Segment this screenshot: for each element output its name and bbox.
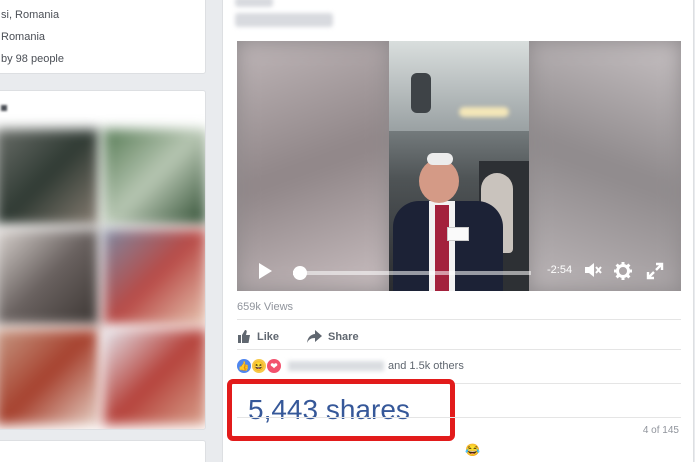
profile-info-card: si, Romania Romania by 98 people [0, 0, 206, 74]
like-icon: 👍 [237, 359, 251, 373]
love-icon: ❤ [267, 359, 281, 373]
man-hair [427, 153, 453, 165]
man-head [419, 159, 459, 203]
post-author-blurred [235, 0, 273, 7]
share-label: Share [328, 330, 359, 343]
divider [237, 349, 681, 350]
reactions-summary[interactable]: 👍 😆 ❤ and 1.5k others [237, 359, 464, 373]
info-followers: by 98 people [1, 53, 64, 65]
photos-card [0, 90, 206, 430]
video-post: -2:54 659k Views Like Share 👍 😆 ❤ and 1.… [222, 0, 694, 462]
progress-bar[interactable] [293, 271, 531, 275]
photo-thumbnail[interactable] [103, 129, 205, 225]
car-light [459, 107, 509, 117]
shares-count[interactable]: 5,443 shares [248, 394, 410, 426]
share-arrow-icon [307, 330, 322, 343]
photo-thumbnail[interactable] [103, 329, 205, 425]
video-player[interactable]: -2:54 [237, 41, 681, 291]
haha-icon: 😆 [252, 359, 266, 373]
divider [237, 319, 681, 320]
rearview-mirror [411, 73, 431, 113]
share-button[interactable]: Share [307, 330, 359, 343]
photo-thumbnail[interactable] [0, 129, 99, 225]
like-label: Like [257, 330, 280, 343]
post-text-blurred [235, 13, 333, 27]
emoji-icon: 😂 [465, 443, 480, 457]
video-controls: -2:54 [237, 251, 681, 291]
photo-grid [0, 129, 205, 425]
photos-header-blurred [1, 105, 7, 111]
photo-thumbnail[interactable] [0, 229, 99, 325]
like-button[interactable]: Like [237, 330, 279, 343]
mute-icon[interactable] [583, 261, 603, 285]
view-count: 659k Views [237, 301, 294, 313]
reactor-names-blurred [288, 361, 384, 371]
divider [237, 417, 681, 418]
man-badge [447, 227, 469, 241]
photo-thumbnail[interactable] [0, 329, 99, 425]
thumbs-up-icon [238, 330, 250, 343]
car-roof [389, 41, 529, 131]
video-time-remaining: -2:54 [547, 264, 573, 276]
photo-thumbnail[interactable] [103, 229, 205, 325]
next-card [0, 440, 206, 462]
comment-pager: 4 of 145 [642, 425, 679, 436]
reactors-count: and 1.5k others [388, 360, 464, 372]
shares-highlight-box: 5,443 shares [227, 379, 455, 441]
fullscreen-icon[interactable] [645, 261, 665, 287]
info-hometown: Romania [1, 31, 46, 43]
play-icon[interactable] [259, 263, 272, 279]
gear-icon[interactable] [613, 261, 633, 287]
info-location: si, Romania [1, 9, 60, 21]
progress-handle[interactable] [293, 266, 308, 280]
